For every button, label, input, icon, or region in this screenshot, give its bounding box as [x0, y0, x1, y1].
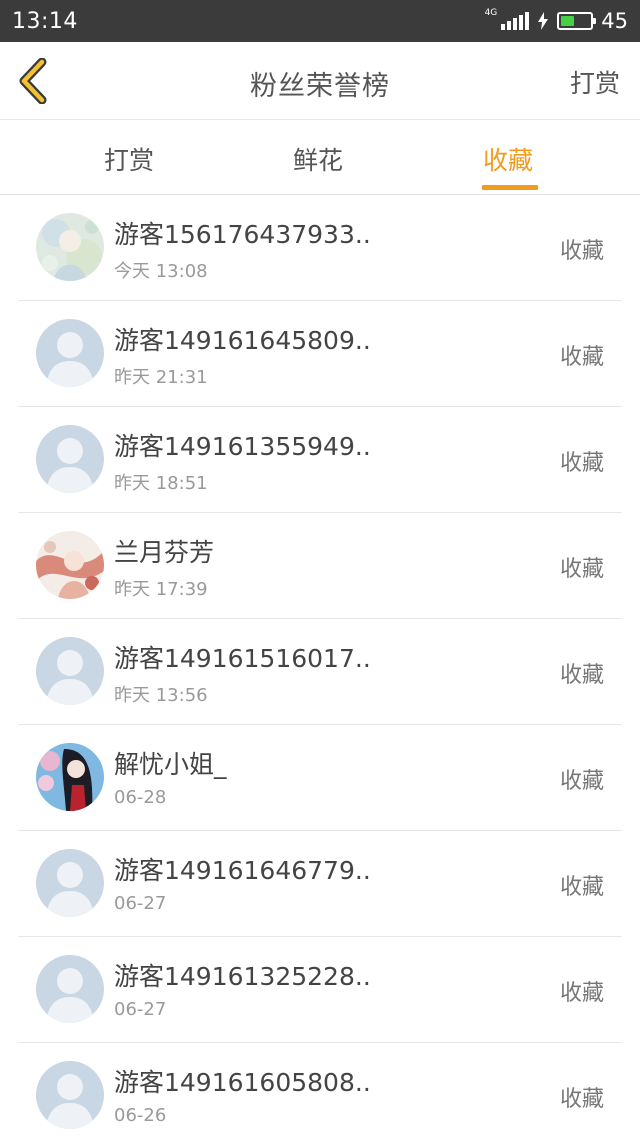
favorite-time: 昨天 17:39 — [114, 579, 208, 600]
default-avatar-icon[interactable] — [36, 1061, 104, 1129]
header: 粉丝荣誉榜 打赏 — [0, 42, 640, 120]
list-item[interactable]: 游客149161605808.. 06-26 收藏 — [18, 1043, 622, 1138]
user-name: 游客149161645809.. — [114, 326, 371, 355]
user-name: 游客149161605808.. — [114, 1068, 371, 1097]
status-icons: 4G 45 — [484, 8, 628, 33]
signal-icon — [501, 12, 530, 30]
action-label: 收藏 — [559, 769, 604, 794]
list-item[interactable]: 游客149161355949.. 昨天 18:51 收藏 — [18, 407, 622, 513]
user-name: 游客149161646779.. — [114, 856, 371, 885]
user-name: 游客149161355949.. — [114, 432, 371, 461]
action-label: 收藏 — [559, 663, 604, 688]
user-name: 兰月芬芳 — [114, 538, 215, 567]
active-tab-indicator — [482, 185, 538, 190]
list-item[interactable]: 游客149161516017.. 昨天 13:56 收藏 — [18, 619, 622, 725]
avatar[interactable] — [36, 531, 104, 599]
network-type: 4G — [484, 8, 498, 18]
charging-icon — [537, 12, 549, 30]
status-bar: 13:14 4G 45 — [0, 0, 640, 42]
page-title: 粉丝荣誉榜 — [250, 71, 390, 102]
favorite-time: 06-28 — [114, 787, 167, 808]
status-time: 13:14 — [12, 8, 78, 34]
action-label: 收藏 — [559, 875, 604, 900]
avatar[interactable] — [36, 213, 104, 281]
avatar[interactable] — [36, 743, 104, 811]
battery-level — [561, 16, 574, 26]
action-label: 收藏 — [559, 345, 604, 370]
user-name: 游客156176437933.. — [114, 220, 371, 249]
battery-icon — [557, 12, 597, 30]
favorite-time: 06-27 — [114, 999, 167, 1020]
tab-favorites[interactable]: 收藏 — [483, 141, 533, 177]
default-avatar-icon[interactable] — [36, 849, 104, 917]
tab-bar: 打赏 鲜花 收藏 — [0, 121, 640, 195]
user-name: 解忧小姐_ — [114, 750, 227, 779]
battery-percent: 45 — [601, 9, 628, 33]
action-label: 收藏 — [559, 239, 604, 264]
favorite-time: 06-27 — [114, 893, 167, 914]
fan-list: 游客156176437933.. 今天 13:08 收藏 游客149161645809… — [0, 195, 640, 1138]
list-item[interactable]: 解忧小姐_ 06-28 收藏 — [18, 725, 622, 831]
default-avatar-icon[interactable] — [36, 955, 104, 1023]
action-label: 收藏 — [559, 1087, 604, 1112]
favorite-time: 昨天 18:51 — [114, 473, 208, 494]
favorite-time: 今天 13:08 — [114, 261, 208, 282]
user-name: 游客149161325228.. — [114, 962, 371, 991]
list-item[interactable]: 游客149161645809.. 昨天 21:31 收藏 — [18, 301, 622, 407]
user-name: 游客149161516017.. — [114, 644, 371, 673]
tab-flowers[interactable]: 鲜花 — [293, 141, 343, 177]
list-item[interactable]: 游客149161325228.. 06-27 收藏 — [18, 937, 622, 1043]
favorite-time: 昨天 21:31 — [114, 367, 208, 388]
reward-button[interactable]: 打赏 — [570, 64, 620, 100]
list-item[interactable]: 游客149161646779.. 06-27 收藏 — [18, 831, 622, 937]
list-item[interactable]: 游客156176437933.. 今天 13:08 收藏 — [18, 195, 622, 301]
action-label: 收藏 — [559, 557, 604, 582]
default-avatar-icon[interactable] — [36, 637, 104, 705]
tab-reward[interactable]: 打赏 — [104, 141, 154, 177]
favorite-time: 06-26 — [114, 1105, 167, 1126]
favorite-time: 昨天 13:56 — [114, 685, 208, 706]
default-avatar-icon[interactable] — [36, 425, 104, 493]
action-label: 收藏 — [559, 981, 604, 1006]
list-item[interactable]: 兰月芬芳昨天 17:39 收藏 — [18, 513, 622, 619]
default-avatar-icon[interactable] — [36, 319, 104, 387]
action-label: 收藏 — [559, 451, 604, 476]
